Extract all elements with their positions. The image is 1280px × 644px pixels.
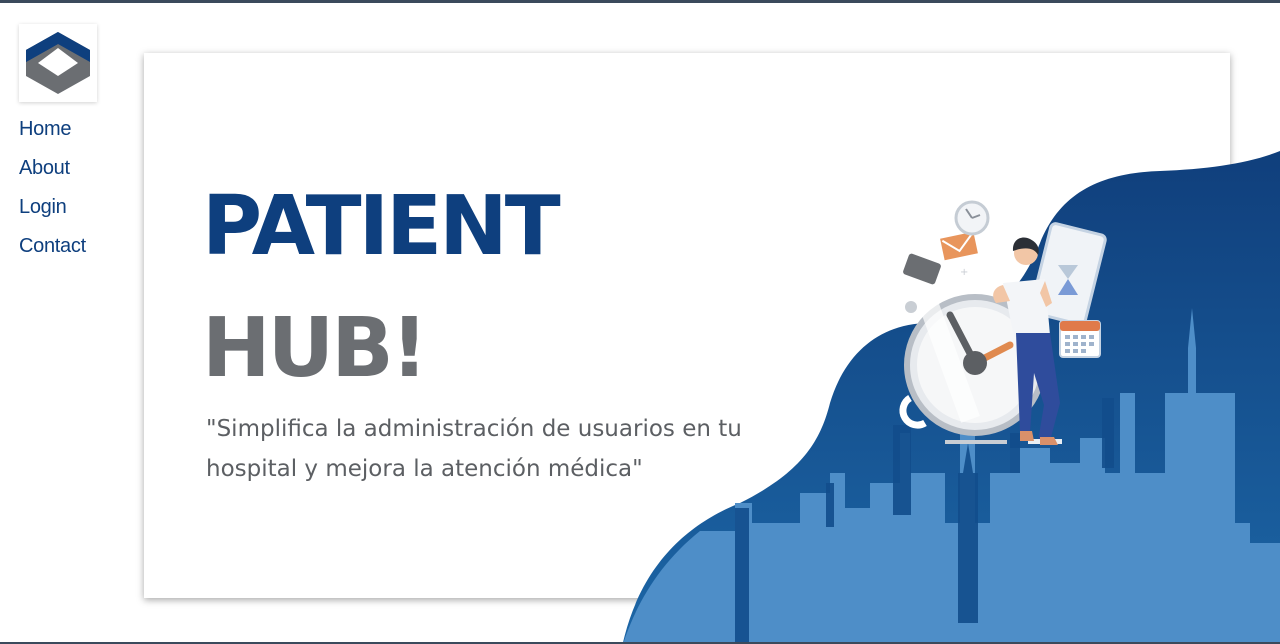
clock-icon — [954, 200, 990, 236]
calendar-icon — [1059, 320, 1101, 358]
hero-illustration: + — [623, 151, 1280, 642]
svg-text:+: + — [960, 267, 968, 278]
page: Home About Login Contact PATIENT HUB! "S… — [0, 0, 1280, 644]
